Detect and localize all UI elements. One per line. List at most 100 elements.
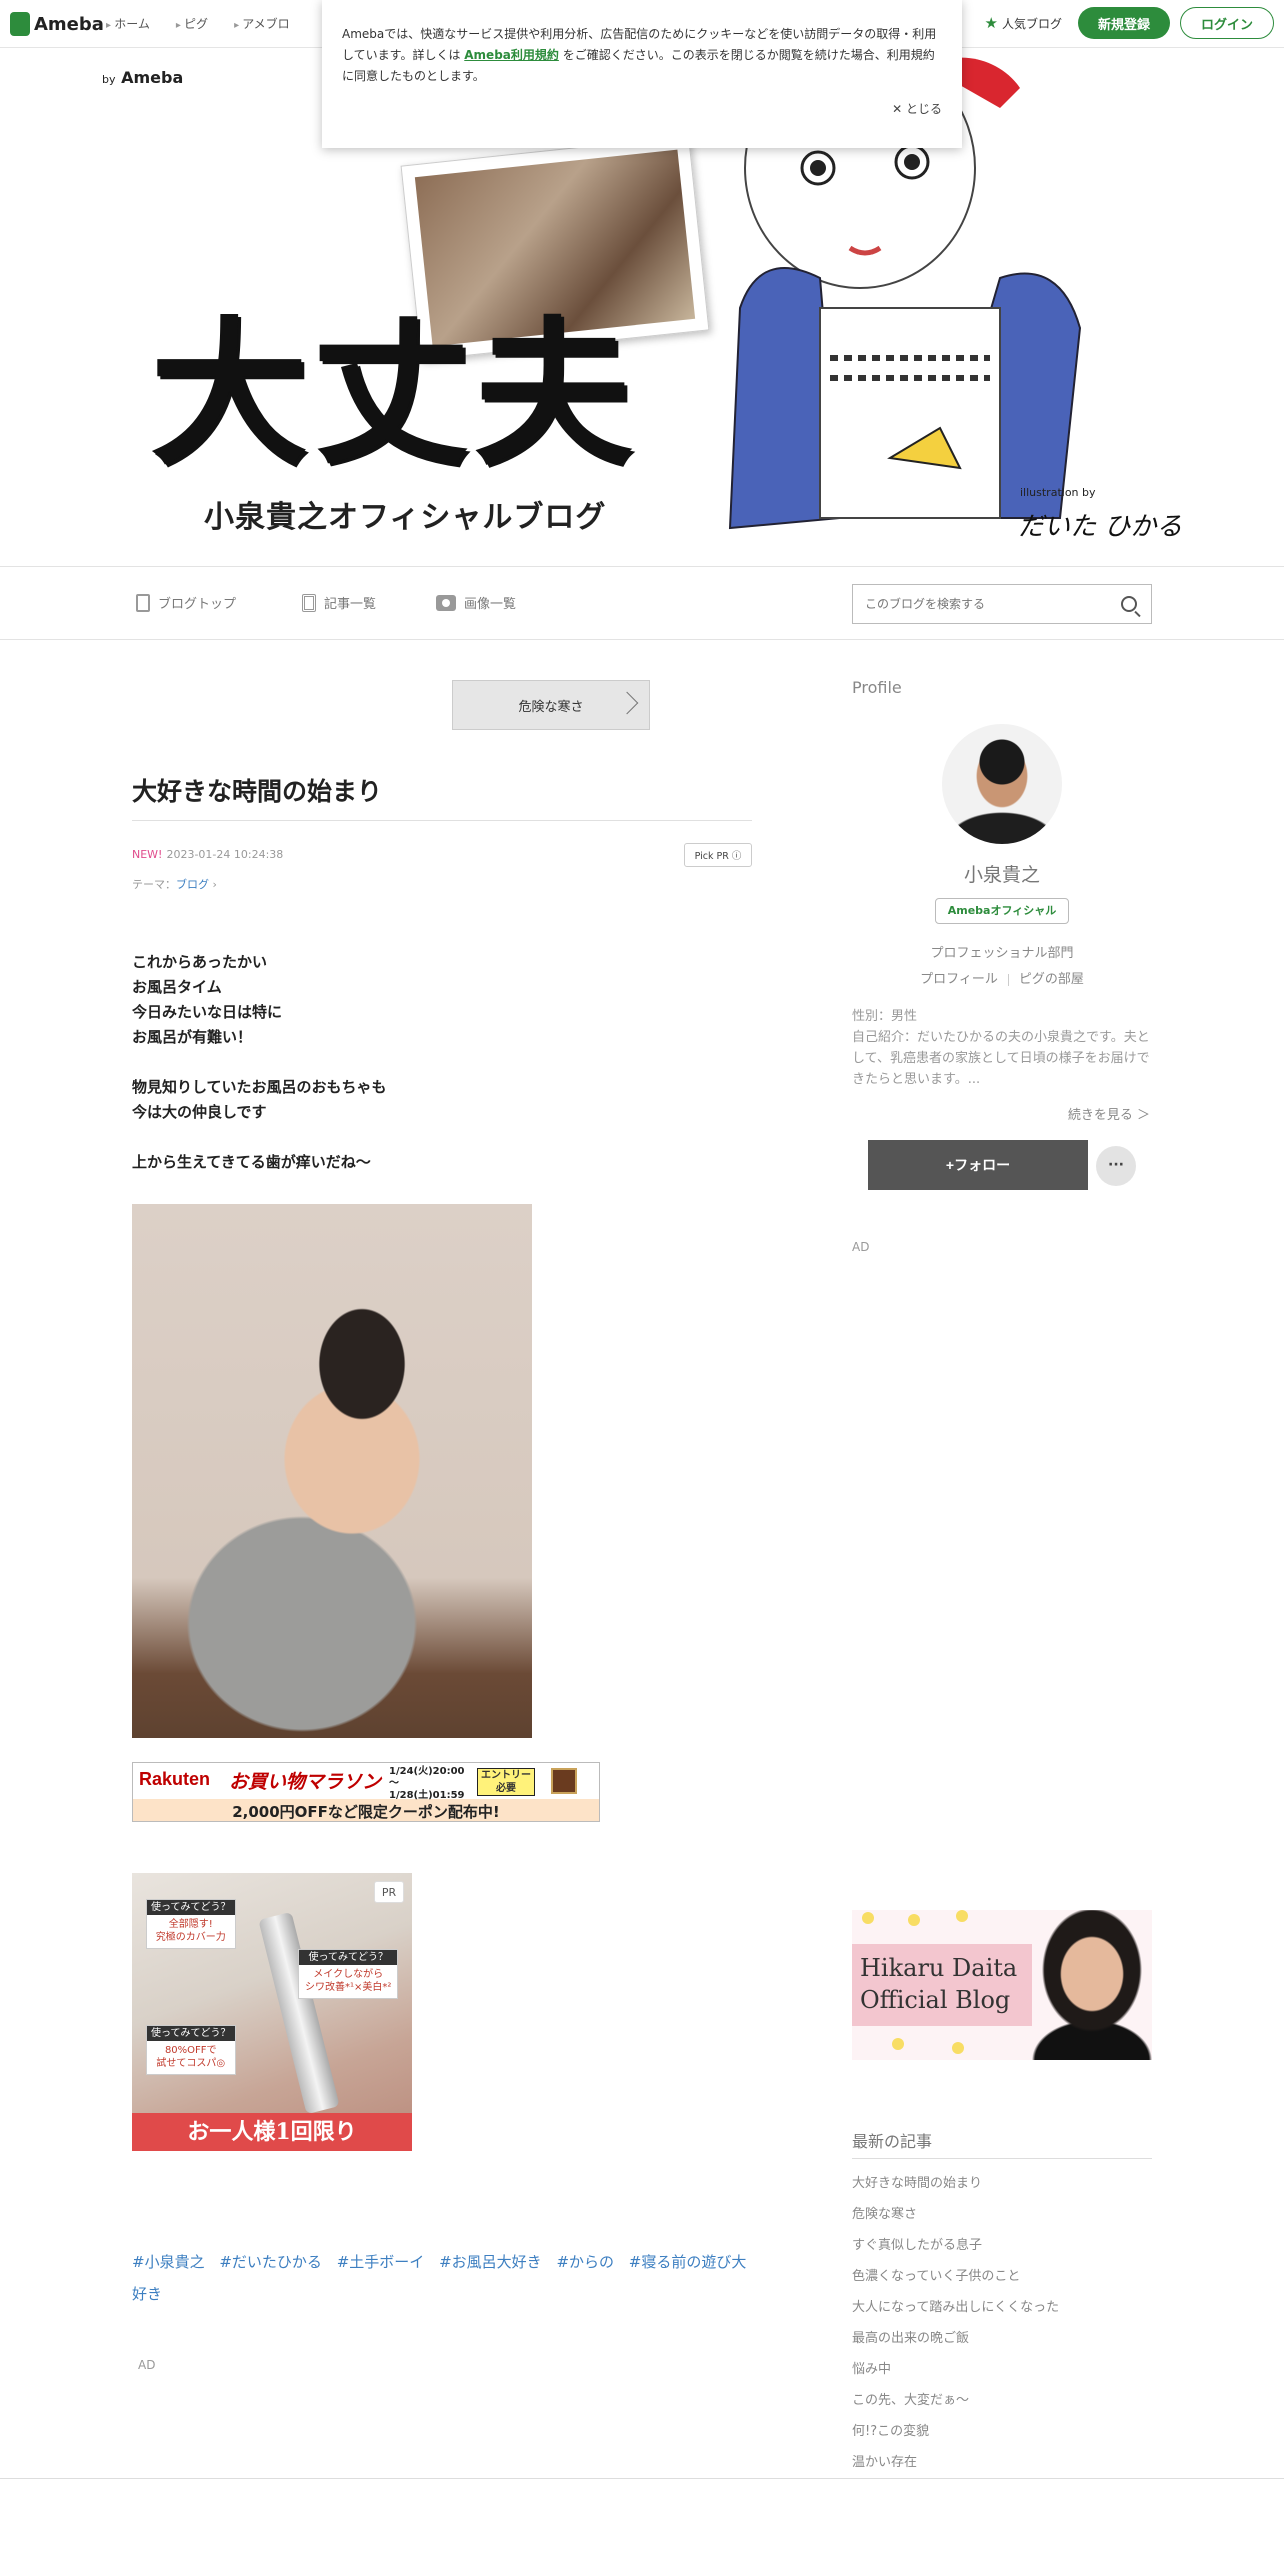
camera-icon <box>436 594 456 611</box>
profile-category[interactable]: プロフェッショナル部門 <box>852 942 1152 961</box>
latest-entry-link[interactable]: すぐ真似したがる息子 <box>852 2230 1152 2261</box>
pr-bubble-1-text: 全部隠す! 究極のカバー力 <box>155 1919 226 1943</box>
official-badge: Amebaオフィシャル <box>935 898 1069 924</box>
hashtag[interactable]: #小泉貴之 <box>132 2253 205 2271</box>
latest-entry-link[interactable]: この先、大変だぁ〜 <box>852 2385 1152 2416</box>
decor-dot <box>956 1910 968 1922</box>
chevron-right-icon <box>615 691 639 715</box>
new-badge: NEW! <box>132 848 163 861</box>
nav-image-list[interactable]: 画像一覧 <box>436 593 516 612</box>
nav-home[interactable]: ホーム <box>106 15 150 32</box>
search-icon[interactable] <box>1121 596 1137 612</box>
latest-entry-link[interactable]: 悩み中 <box>852 2354 1152 2385</box>
read-more-link[interactable]: 続きを見る ＞ <box>1010 1104 1150 1123</box>
latest-entry-link[interactable]: 何!?この変貌 <box>852 2416 1152 2447</box>
cookie-text: Amebaでは、快適なサービス提供や利用分析、広告配信のためにクッキーなどを使い… <box>342 24 940 87</box>
brand-label: Ameba <box>121 68 184 87</box>
search-input[interactable] <box>853 585 1121 623</box>
nav-image-list-label: 画像一覧 <box>464 597 517 612</box>
hikaru-daita-blog-banner[interactable]: Hikaru Daita Official Blog <box>852 1910 1152 2060</box>
pr-bubble-3-question: 使ってみてどう？ <box>147 2026 235 2041</box>
profile-links: プロフィール ピグの部屋 <box>852 968 1152 987</box>
more-options-button[interactable]: ··· <box>1096 1146 1136 1186</box>
banner-title: 大丈夫 <box>150 303 636 487</box>
rakuten-coupon-text: 2,000円OFFなど限定クーポン配布中! <box>232 1803 500 1821</box>
latest-entry-link[interactable]: 色濃くなっていく子供のこと <box>852 2261 1152 2292</box>
blog-search <box>852 584 1152 624</box>
pr-bubble-3: 使ってみてどう？ 80%OFFで 試せてコスパ◎ <box>146 2025 236 2075</box>
popular-blog-link[interactable]: ★ 人気ブログ <box>985 14 1062 32</box>
latest-entry-link[interactable]: 危険な寒さ <box>852 2199 1152 2230</box>
theme-link[interactable]: ブログ <box>176 878 209 891</box>
rakuten-entry-badge: エントリー 必要 <box>477 1768 535 1796</box>
previous-entry-button[interactable]: 危険な寒さ <box>452 680 650 730</box>
copy-icon <box>302 593 316 612</box>
rakuten-banner-ad[interactable]: Rakuten お買い物マラソン 1/24(火)20:00 〜 1/28(土)0… <box>132 1762 600 1822</box>
by-ameba-logo: by Ameba <box>102 68 183 87</box>
decor-dot <box>892 2038 904 2050</box>
header-actions: ★ 人気ブログ 新規登録 ログイン <box>985 7 1274 39</box>
by-label: by <box>102 73 116 86</box>
nav-entry-list-label: 記事一覧 <box>324 597 377 612</box>
article-title[interactable]: 大好きな時間の始まり <box>132 772 382 808</box>
latest-divider <box>852 2158 1152 2159</box>
hashtag[interactable]: #だいたひかる <box>219 2253 322 2271</box>
pick-pr-button[interactable]: Pick PR ⓘ <box>684 843 752 867</box>
latest-entry-link[interactable]: 最高の出来の晩ご飯 <box>852 2323 1152 2354</box>
banner-subtitle: 小泉貴之オフィシャルブログ <box>204 500 607 535</box>
previous-entry-label: 危険な寒さ <box>518 699 584 715</box>
profile-detail: 性別：男性 自己紹介：だいたひかるの夫の小泉貴之です。夫として、乳癌患者の家族と… <box>852 1009 1150 1087</box>
ad-label: AD <box>138 2358 156 2372</box>
rakuten-logo: Rakuten <box>139 1769 211 1789</box>
blog-nav: ブログトップ 記事一覧 画像一覧 <box>0 566 1284 640</box>
pr-tag: PR <box>374 1881 404 1903</box>
follow-button[interactable]: +フォロー <box>868 1140 1088 1190</box>
hashtag[interactable]: #お風呂大好き <box>439 2253 542 2271</box>
logo-text: Ameba <box>34 13 104 35</box>
ameba-logo-icon <box>10 12 30 36</box>
latest-entry-link[interactable]: 大人になって踏み出しにくくなった <box>852 2292 1152 2323</box>
terms-link[interactable]: Ameba利用規約 <box>464 48 559 62</box>
pr-bubble-3-text: 80%OFFで 試せてコスパ◎ <box>156 2045 226 2069</box>
nav-blog-top[interactable]: ブログトップ <box>136 593 236 612</box>
hashtag[interactable]: #からの <box>556 2253 614 2271</box>
pr-bubble-2-question: 使ってみてどう？ <box>299 1950 398 1965</box>
ad-label: AD <box>852 1240 870 1254</box>
pr-bubble-1-question: 使ってみてどう？ <box>147 1900 235 1915</box>
cookie-close-button[interactable]: ✕ とじる <box>892 100 942 117</box>
nav-pig[interactable]: ピグ <box>176 15 208 32</box>
profile-link[interactable]: プロフィール <box>920 972 998 987</box>
decor-dot <box>908 1914 920 1926</box>
pr-bubble-2: 使ってみてどう？ メイクしながら シワ改善*¹×美白*² <box>298 1949 399 1999</box>
footer-divider <box>0 2478 1284 2479</box>
pr-advertisement[interactable]: PR 使ってみてどう？ 全部隠す! 究極のカバー力 使ってみてどう？ メイクしながら… <box>132 1873 412 2151</box>
pr-bottom-banner: お一人様1回限り <box>132 2113 412 2151</box>
article-photo[interactable] <box>132 1204 532 1738</box>
chocolate-box-icon <box>551 1768 577 1794</box>
illustration-credit: illustration by <box>1020 486 1096 499</box>
theme-label: テーマ： <box>132 878 176 891</box>
hashtag[interactable]: #土手ボーイ <box>337 2253 425 2271</box>
product-tube-image <box>258 1911 340 2115</box>
latest-entry-link[interactable]: 温かい存在 <box>852 2447 1152 2478</box>
pr-bubble-2-text: メイクしながら シワ改善*¹×美白*² <box>305 1969 392 1993</box>
latest-entries-heading: 最新の記事 <box>852 2132 933 2151</box>
nav-ameblo[interactable]: アメブロ <box>234 15 289 32</box>
star-icon: ★ <box>984 14 998 32</box>
avatar[interactable] <box>942 724 1062 844</box>
pig-room-link[interactable]: ピグの部屋 <box>1019 972 1084 987</box>
article-body: これからあったかい お風呂タイム 今日みたいな日は特に お風呂が有難い！ 物見知… <box>132 953 387 1171</box>
nav-entry-list[interactable]: 記事一覧 <box>302 593 376 612</box>
close-icon: ✕ <box>892 102 906 116</box>
title-divider <box>132 820 752 821</box>
decor-dot <box>862 1912 874 1924</box>
hikaru-banner-text: Hikaru Daita Official Blog <box>860 1954 1018 2014</box>
ameba-logo[interactable]: Ameba <box>10 12 104 36</box>
decor-dot <box>952 2042 964 2054</box>
latest-entry-link[interactable]: 大好きな時間の始まり <box>852 2168 1152 2199</box>
profile-name[interactable]: 小泉貴之 <box>852 860 1152 887</box>
document-icon <box>136 593 150 612</box>
signup-button[interactable]: 新規登録 <box>1077 7 1170 39</box>
login-button[interactable]: ログイン <box>1179 7 1274 39</box>
article-meta: NEW! 2023-01-24 10:24:38 <box>132 848 283 861</box>
